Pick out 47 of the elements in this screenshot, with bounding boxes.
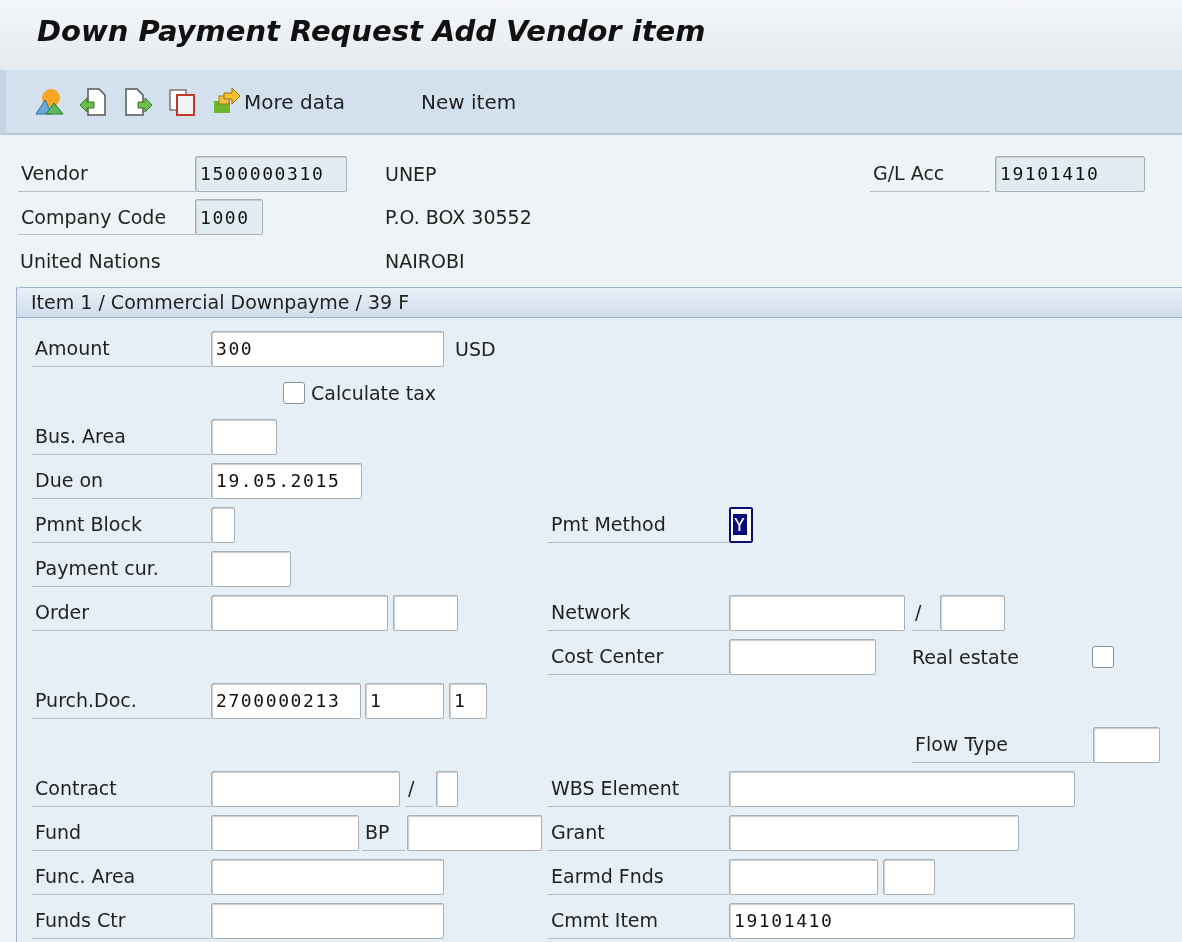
- input-field[interactable]: [729, 814, 1019, 851]
- field-label: BP: [362, 814, 406, 851]
- input-field[interactable]: [211, 814, 359, 851]
- input-field[interactable]: 1: [449, 682, 487, 719]
- text-label: United Nations: [20, 249, 162, 272]
- input-field[interactable]: [436, 770, 458, 807]
- text-label: UNEP: [385, 162, 438, 185]
- input-field[interactable]: [729, 594, 905, 631]
- window-title: Down Payment Request Add Vendor item: [37, 14, 706, 48]
- input-field[interactable]: [940, 594, 1005, 631]
- field-label: G/L Acc: [870, 155, 990, 192]
- input-field[interactable]: [729, 858, 878, 895]
- page-arrow-right-icon[interactable]: [122, 85, 154, 118]
- input-field[interactable]: 1: [365, 682, 444, 719]
- input-field[interactable]: 19.05.2015: [211, 462, 362, 499]
- toolbar-button[interactable]: New item: [421, 89, 517, 114]
- input-field[interactable]: [407, 814, 542, 851]
- input-field[interactable]: 1000: [195, 199, 263, 236]
- input-field[interactable]: [211, 418, 277, 455]
- input-field[interactable]: [729, 770, 1075, 807]
- input-field[interactable]: 300: [211, 330, 444, 367]
- text-label: USD: [455, 337, 497, 360]
- input-field[interactable]: [211, 594, 388, 631]
- text-label: Calculate tax: [311, 381, 438, 404]
- field-label: /: [405, 770, 433, 807]
- field-label: /: [912, 594, 939, 631]
- text-label: Real estate: [912, 645, 1020, 668]
- input-field[interactable]: [1093, 726, 1160, 763]
- input-field[interactable]: [393, 594, 458, 631]
- text-label: P.O. BOX 30552: [385, 206, 533, 229]
- toolbar-button[interactable]: More data: [210, 85, 345, 118]
- input-field[interactable]: [883, 858, 935, 895]
- input-field[interactable]: [211, 770, 400, 807]
- input-field[interactable]: 1500000310: [195, 155, 347, 192]
- input-field[interactable]: [211, 902, 444, 939]
- input-field[interactable]: 19101410: [729, 902, 1075, 939]
- input-field[interactable]: 2700000213: [211, 682, 361, 719]
- input-field[interactable]: 19101410: [995, 155, 1145, 192]
- text-label: NAIROBI: [385, 249, 466, 272]
- input-field[interactable]: Y: [729, 506, 753, 543]
- input-field[interactable]: [211, 858, 444, 895]
- input-field[interactable]: [211, 506, 235, 543]
- checkbox[interactable]: [283, 381, 305, 404]
- panel-title: Item 1 / Commercial Downpayme / 39 F: [31, 291, 410, 313]
- input-field[interactable]: [211, 550, 291, 587]
- input-field[interactable]: [729, 638, 876, 675]
- checkbox[interactable]: [1092, 645, 1114, 668]
